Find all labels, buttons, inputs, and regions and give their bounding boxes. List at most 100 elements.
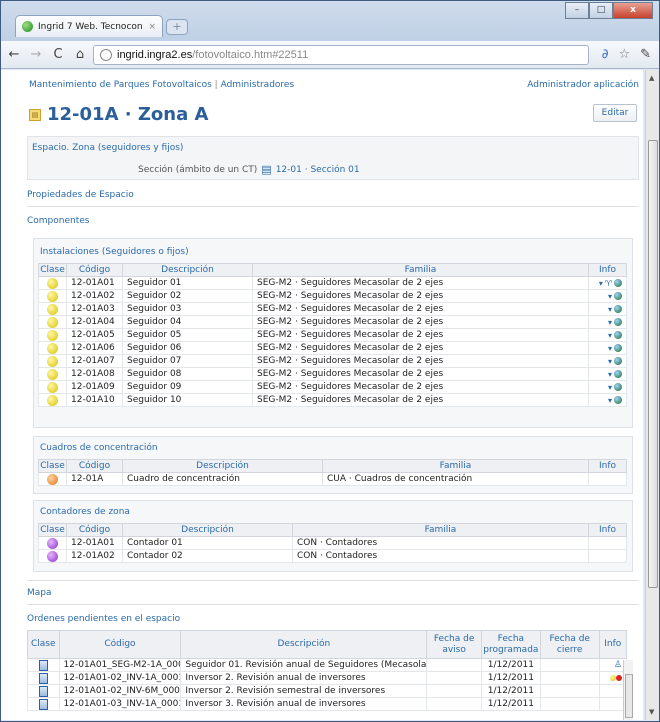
col-codigo[interactable]: Código (66, 459, 123, 473)
scroll-down-icon[interactable]: ▼ (649, 708, 654, 716)
close-button[interactable]: x (613, 2, 653, 19)
codigo-cell[interactable]: 12-01A01-03_INV-1A_0001 (58, 697, 182, 711)
scroll-up-icon[interactable]: ▲ (649, 74, 654, 82)
chevron-down-icon[interactable]: ▾ (608, 331, 612, 340)
col-fecha-programada[interactable]: Fecha programada (480, 630, 541, 659)
col-clase[interactable]: Clase (38, 263, 67, 277)
mapa-link[interactable]: Mapa (27, 588, 52, 598)
table-row[interactable]: 12-01A02 Seguidor 02 SEG-M2 · Seguidores M… (38, 289, 627, 303)
codigo-cell[interactable]: 12-01A02 (66, 289, 123, 303)
col-descripcion[interactable]: Descripción (122, 263, 253, 277)
edit-button[interactable]: Editar (593, 104, 637, 122)
chevron-down-icon[interactable]: ▾ (608, 318, 612, 327)
codigo-cell[interactable]: 12-01A01_SEG-M2-1A_0001 (58, 658, 182, 672)
ordenes-title[interactable]: Ordenes pendientes en el espacio (27, 614, 180, 624)
globe-icon[interactable] (614, 370, 622, 378)
codigo-cell[interactable]: 12-01A01 (66, 536, 123, 550)
table-row[interactable]: 12-01A09 Seguidor 09 SEG-M2 · Seguidores M… (38, 380, 627, 394)
col-info[interactable]: Info (598, 630, 628, 659)
table-row[interactable]: 12-01A01-02_INV-6M_0001 Inversor 2. Revis… (27, 684, 628, 698)
codigo-cell[interactable]: 12-01A01-02_INV-1A_0001 (58, 671, 182, 685)
table-row[interactable]: 12-01A05 Seguidor 05 SEG-M2 · Seguidores M… (38, 328, 627, 342)
wrench-icon[interactable]: ✎ (640, 47, 651, 62)
table-row[interactable]: 12-01A10 Seguidor 10 SEG-M2 · Seguidores M… (38, 393, 627, 407)
chevron-down-icon[interactable]: ▾ (608, 305, 612, 314)
table-row[interactable]: 12-01A04 Seguidor 04 SEG-M2 · Seguidores M… (38, 315, 627, 329)
col-familia[interactable]: Familia (322, 459, 589, 473)
page-scrollbar[interactable]: ▲ ▼ (645, 70, 659, 720)
table-row[interactable]: 12-01A01-03_INV-1A_0001 Inversor 3. Revis… (27, 697, 628, 711)
table-row[interactable]: 12-01A03 Seguidor 03 SEG-M2 · Seguidores M… (38, 302, 627, 316)
col-clase[interactable]: Clase (27, 630, 60, 659)
codigo-cell[interactable]: 12-01A05 (66, 328, 123, 342)
col-codigo[interactable]: Código (58, 630, 182, 659)
table-row[interactable]: 12-01A06 Seguidor 06 SEG-M2 · Seguidores M… (38, 341, 627, 355)
extension-icon[interactable]: ∂ (602, 47, 609, 62)
chevron-down-icon[interactable]: ▾ (608, 370, 612, 379)
col-info[interactable]: Info (588, 523, 627, 537)
chevron-down-icon[interactable]: ▾ (608, 357, 612, 366)
seccion-link[interactable]: 12-01 · Sección 01 (276, 165, 360, 175)
address-bar[interactable]: ingrid.ingra2.es /fotovoltaico.htm#22511 (93, 45, 589, 65)
chevron-down-icon[interactable]: ▾ (608, 383, 612, 392)
nav-link-parques[interactable]: Mantenimiento de Parques Fotovoltaicos (29, 80, 212, 90)
nav-link-administradores[interactable]: Administradores (221, 80, 295, 90)
col-familia[interactable]: Familia (292, 523, 589, 537)
col-info[interactable]: Info (588, 459, 627, 473)
codigo-cell[interactable]: 12-01A (66, 472, 123, 486)
globe-icon[interactable] (614, 396, 622, 404)
componentes-link[interactable]: Componentes (27, 216, 89, 226)
codigo-cell[interactable]: 12-01A07 (66, 354, 123, 368)
back-icon[interactable]: ← (5, 47, 23, 62)
col-familia[interactable]: Familia (252, 263, 589, 277)
col-clase[interactable]: Clase (38, 523, 67, 537)
minimize-button[interactable]: – (565, 2, 589, 19)
user-icon[interactable]: ♙ (614, 660, 622, 670)
codigo-cell[interactable]: 12-01A09 (66, 380, 123, 394)
col-codigo[interactable]: Código (66, 263, 123, 277)
chevron-down-icon[interactable]: ▾ (608, 396, 612, 405)
tab-close-icon[interactable]: × (148, 22, 156, 32)
col-descripcion[interactable]: Descripción (122, 459, 323, 473)
globe-icon[interactable] (614, 344, 622, 352)
globe-icon[interactable] (614, 331, 622, 339)
col-descripcion[interactable]: Descripción (180, 630, 428, 659)
table-row[interactable]: 12-01A01-02_INV-1A_0001 Inversor 2. Revis… (27, 671, 628, 685)
globe-icon[interactable] (614, 292, 622, 300)
codigo-cell[interactable]: 12-01A02 (66, 549, 123, 563)
codigo-cell[interactable]: 12-01A06 (66, 341, 123, 355)
globe-icon[interactable] (614, 383, 622, 391)
globe-icon[interactable] (614, 318, 622, 326)
col-info[interactable]: Info (588, 263, 627, 277)
table-row[interactable]: 12-01A08 Seguidor 08 SEG-M2 · Seguidores M… (38, 367, 627, 381)
table-row[interactable]: 12-01A02 Contador 02 CON · Contadores (38, 549, 627, 563)
chevron-down-icon[interactable]: ▾ (599, 279, 603, 288)
table-row[interactable]: 12-01A07 Seguidor 07 SEG-M2 · Seguidores M… (38, 354, 627, 368)
new-tab-button[interactable]: + (166, 19, 188, 35)
forward-icon[interactable]: → (27, 47, 45, 62)
globe-icon[interactable] (614, 305, 622, 313)
col-descripcion[interactable]: Descripción (122, 523, 293, 537)
ordenes-scroll-thumb[interactable] (625, 674, 633, 718)
ordenes-scrollbar[interactable] (623, 660, 633, 720)
maximize-button[interactable]: □ (589, 2, 613, 19)
table-row[interactable]: 12-01A01_SEG-M2-1A_0001 Seguidor 01. Revi… (27, 658, 628, 672)
chevron-down-icon[interactable]: ▾ (608, 292, 612, 301)
table-row[interactable]: 12-01A01 Contador 01 CON · Contadores (38, 536, 627, 550)
globe-icon[interactable] (614, 357, 622, 365)
propiedades-link[interactable]: Propiedades de Espacio (27, 190, 134, 200)
reload-icon[interactable]: C (49, 47, 67, 62)
col-clase[interactable]: Clase (38, 459, 67, 473)
col-fecha-aviso[interactable]: Fecha de aviso (426, 630, 482, 659)
star-icon[interactable]: ☆ (618, 47, 630, 62)
globe-icon[interactable] (614, 279, 622, 287)
col-fecha-cierre[interactable]: Fecha de cierre (539, 630, 600, 659)
browser-tab[interactable]: Ingrid 7 Web. Tecnocontrol × (15, 15, 163, 37)
table-row[interactable]: 12-01A01 Seguidor 01 SEG-M2 · Seguidores M… (38, 276, 627, 290)
codigo-cell[interactable]: 12-01A03 (66, 302, 123, 316)
chevron-down-icon[interactable]: ▾ (608, 344, 612, 353)
codigo-cell[interactable]: 12-01A04 (66, 315, 123, 329)
col-codigo[interactable]: Código (66, 523, 123, 537)
codigo-cell[interactable]: 12-01A10 (66, 393, 123, 407)
tracker-icon[interactable]: ♈ (605, 279, 612, 288)
